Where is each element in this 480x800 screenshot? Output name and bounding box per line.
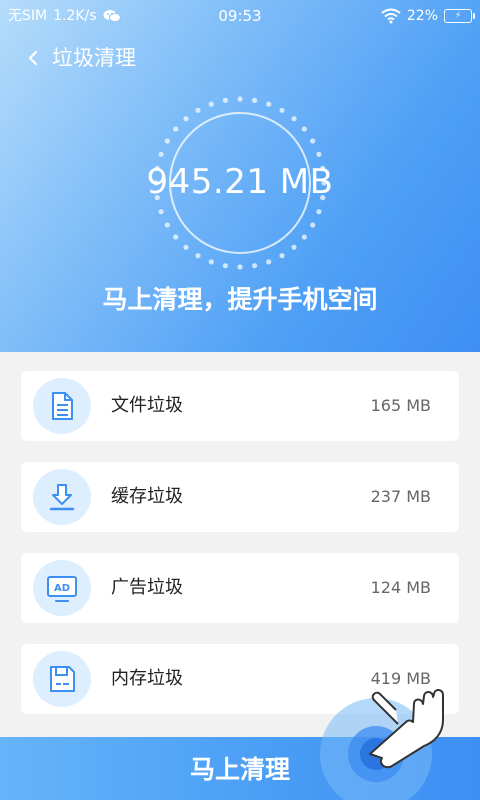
scan-ring-dot bbox=[237, 264, 243, 270]
scan-ring-dot bbox=[195, 253, 201, 259]
junk-total-size: 945.21 MB bbox=[146, 162, 334, 202]
svg-text:AD: AD bbox=[54, 583, 70, 594]
scan-ring-dot bbox=[173, 126, 179, 132]
scan-ring-dot bbox=[266, 259, 272, 265]
junk-item-size: 237 MB bbox=[370, 487, 431, 506]
scan-ring-dot bbox=[237, 96, 243, 102]
scan-ring-dot bbox=[301, 234, 307, 240]
scan-ring-dot bbox=[310, 138, 316, 144]
scan-ring-dot bbox=[183, 116, 189, 122]
scan-ring-dot bbox=[279, 107, 285, 113]
junk-item-size: 124 MB bbox=[370, 578, 431, 597]
scan-ring-dot bbox=[316, 209, 322, 215]
scan-ring-dot bbox=[158, 209, 164, 215]
scan-ring-dot bbox=[183, 244, 189, 250]
scan-ring-dot bbox=[291, 244, 297, 250]
scan-ring-dot bbox=[222, 263, 228, 269]
document-icon bbox=[33, 378, 91, 434]
junk-item-file[interactable]: 文件垃圾 165 MB bbox=[21, 371, 459, 441]
scan-ring-dot bbox=[158, 151, 164, 157]
junk-item-label: 内存垃圾 bbox=[111, 668, 183, 689]
scan-ring-dot bbox=[252, 263, 258, 269]
junk-item-label: 缓存垃圾 bbox=[111, 486, 183, 507]
scan-ring-dot bbox=[222, 97, 228, 103]
scan-ring-dot bbox=[279, 253, 285, 259]
scan-ring-dot bbox=[208, 259, 214, 265]
hero-banner: 无SIM 1.2K/s 09:53 22% ⚡ 垃圾清理 945.21 MB 马… bbox=[0, 0, 480, 352]
junk-item-label: 文件垃圾 bbox=[111, 395, 183, 416]
scan-ring-dot bbox=[164, 222, 170, 228]
floppy-disk-icon bbox=[33, 651, 91, 707]
scan-ring-dot bbox=[164, 138, 170, 144]
scan-ring-dot bbox=[252, 97, 258, 103]
scan-ring-dot bbox=[208, 101, 214, 107]
scan-ring-dot bbox=[310, 222, 316, 228]
junk-item-size: 165 MB bbox=[370, 396, 431, 415]
scan-ring-dot bbox=[195, 107, 201, 113]
junk-item-ad[interactable]: AD 广告垃圾 124 MB bbox=[21, 553, 459, 623]
scan-ring-dot bbox=[291, 116, 297, 122]
junk-item-cache[interactable]: 缓存垃圾 237 MB bbox=[21, 462, 459, 532]
scan-ring-dot bbox=[173, 234, 179, 240]
junk-item-label: 广告垃圾 bbox=[111, 577, 183, 598]
scan-ring-dot bbox=[301, 126, 307, 132]
download-icon bbox=[33, 469, 91, 525]
tap-hint-hand-icon bbox=[320, 689, 444, 800]
ad-monitor-icon: AD bbox=[33, 560, 91, 616]
scan-ring-dot bbox=[316, 151, 322, 157]
clean-slogan: 马上清理，提升手机空间 bbox=[102, 285, 378, 314]
scan-ring-dot bbox=[266, 101, 272, 107]
